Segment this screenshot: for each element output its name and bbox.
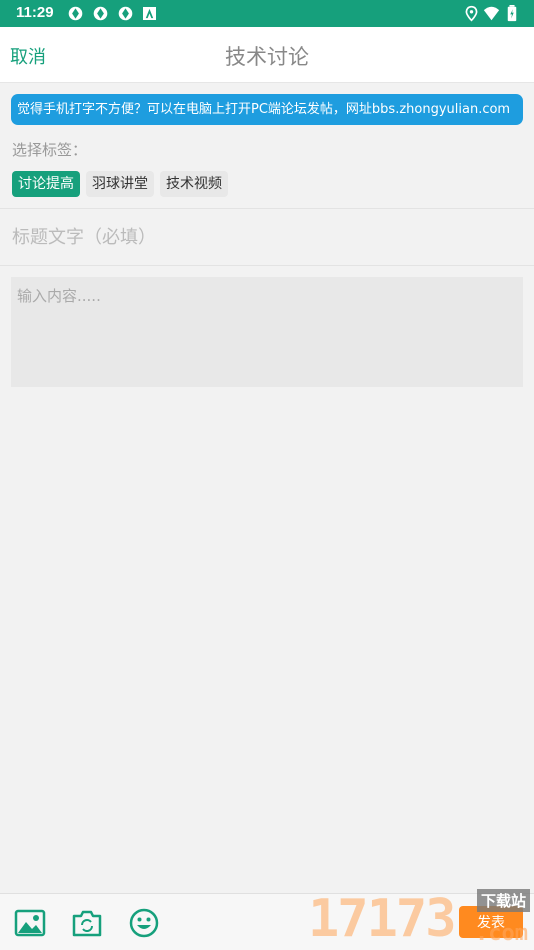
header: 取消 技术讨论 — [0, 27, 534, 83]
content-input[interactable] — [11, 277, 523, 387]
page-title: 技术讨论 — [225, 45, 309, 69]
emoji-icon[interactable] — [128, 907, 160, 939]
tag-lecture[interactable]: 羽球讲堂 — [86, 171, 154, 197]
tag-video[interactable]: 技术视频 — [160, 171, 228, 197]
tag-label: 选择标签： — [12, 141, 88, 159]
image-icon[interactable] — [14, 907, 46, 939]
app-notification-icon — [143, 7, 156, 20]
tag-discussion[interactable]: 讨论提高 — [12, 171, 80, 197]
status-bar: 11:29 — [0, 0, 534, 27]
publish-button[interactable]: 发表 — [459, 906, 523, 938]
camera-icon[interactable] — [71, 907, 103, 939]
sync-icon — [118, 6, 133, 21]
pc-forum-notice: 觉得手机打字不方便？可以在电脑上打开PC端论坛发帖，网址bbs.zhongyul… — [11, 94, 523, 125]
wifi-icon — [483, 6, 500, 21]
status-time: 11:29 — [16, 4, 54, 21]
location-icon — [465, 5, 478, 22]
bottom-toolbar — [0, 893, 534, 950]
title-input[interactable] — [0, 210, 534, 264]
divider — [0, 208, 534, 209]
divider — [0, 265, 534, 266]
battery-icon — [507, 5, 517, 22]
sync-icon — [68, 6, 83, 21]
sync-icon — [93, 6, 108, 21]
